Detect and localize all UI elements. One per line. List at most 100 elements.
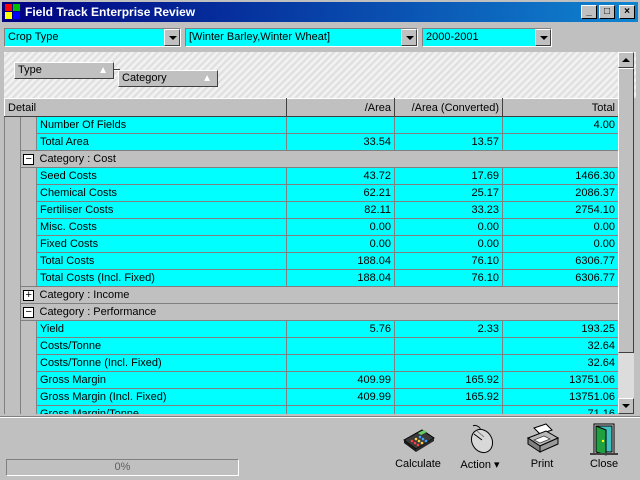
cell-total[interactable]: 32.64 [502,337,618,355]
cell-total[interactable]: 2754.10 [502,201,618,219]
close-button[interactable]: Close [580,422,628,474]
cell-area-converted[interactable]: 76.10 [394,269,504,287]
crop-list-select[interactable]: [Winter Barley,Winter Wheat] [185,28,418,47]
pivot-grid[interactable]: Detail /Area /Area (Converted) Total Num… [4,98,618,414]
print-button[interactable]: Print [518,422,566,474]
close-window-button[interactable]: × [619,5,635,19]
cell-area[interactable]: 0.00 [286,218,396,236]
table-row[interactable]: Seed Costs 43.72 17.69 1466.30 [4,167,618,185]
expander-cell[interactable]: − [20,150,37,168]
vertical-scrollbar[interactable] [618,52,634,414]
chevron-down-icon[interactable] [164,29,180,46]
expander-cell[interactable]: + [20,286,37,304]
category-row[interactable]: − Category : Cost [4,150,618,168]
table-row[interactable]: Yield 5.76 2.33 193.25 [4,320,618,338]
title-bar[interactable]: Field Track Enterprise Review _ □ × [2,2,638,22]
cell-area-converted[interactable] [394,337,504,355]
cell-total[interactable]: 6306.77 [502,252,618,270]
cell-area-converted[interactable]: 25.17 [394,184,504,202]
collapse-icon[interactable]: − [23,306,35,318]
table-row[interactable]: Gross Margin (Incl. Fixed) 409.99 165.92 13… [4,388,618,406]
cell-total[interactable]: 71.16 [502,405,618,414]
cell-area[interactable]: 409.99 [286,388,396,406]
cell-area-converted[interactable] [394,116,504,134]
cell-total[interactable]: 6306.77 [502,269,618,287]
table-row[interactable]: Costs/Tonne 32.64 [4,337,618,355]
category-row[interactable]: + Category : Income [4,286,618,304]
pivot-chip-label: Type [18,64,42,76]
cell-total[interactable]: 32.64 [502,354,618,372]
cell-area[interactable] [286,116,396,134]
crop-type-select[interactable]: Crop Type [4,28,181,47]
cell-total[interactable]: 193.25 [502,320,618,338]
table-row[interactable]: Fixed Costs 0.00 0.00 0.00 [4,235,618,253]
cell-area-converted[interactable] [394,405,504,414]
cell-area[interactable]: 188.04 [286,269,396,287]
cell-area-converted[interactable]: 13.57 [394,133,504,151]
cell-area-converted[interactable]: 2.33 [394,320,504,338]
pivot-chip-category[interactable]: Category ▲ [118,70,218,87]
table-row[interactable]: Number Of Fields 4.00 [4,116,618,134]
cell-area[interactable] [286,405,396,414]
cell-area[interactable]: 0.00 [286,235,396,253]
chevron-down-icon[interactable] [401,29,417,46]
cell-area-converted[interactable]: 165.92 [394,371,504,389]
table-row[interactable]: Total Area 33.54 13.57 [4,133,618,151]
cell-total[interactable]: 4.00 [502,116,618,134]
season-select[interactable]: 2000-2001 [422,28,552,47]
cell-area-converted[interactable] [394,354,504,372]
cell-area-converted[interactable]: 165.92 [394,388,504,406]
column-header-area-converted[interactable]: /Area (Converted) [394,98,504,117]
cell-total[interactable]: 0.00 [502,235,618,253]
cell-total[interactable]: 1466.30 [502,167,618,185]
table-row[interactable]: Misc. Costs 0.00 0.00 0.00 [4,218,618,236]
chevron-down-icon[interactable] [535,29,551,46]
minimize-button[interactable]: _ [581,5,597,19]
cell-area[interactable]: 5.76 [286,320,396,338]
row-indent [4,303,21,321]
scrollbar-thumb[interactable] [618,68,634,353]
cell-area-converted[interactable]: 33.23 [394,201,504,219]
cell-area-converted[interactable]: 17.69 [394,167,504,185]
pivot-chip-type[interactable]: Type ▲ [14,62,114,79]
cell-area[interactable]: 82.11 [286,201,396,219]
pivot-table: Detail /Area /Area (Converted) Total Num… [4,98,618,414]
cell-area[interactable]: 43.72 [286,167,396,185]
cell-area[interactable]: 62.21 [286,184,396,202]
cell-total[interactable]: 13751.06 [502,371,618,389]
cell-total[interactable] [502,133,618,151]
table-row[interactable]: Gross Margin/Tonne 71.16 [4,405,618,414]
cell-area-converted[interactable]: 0.00 [394,218,504,236]
column-header-detail[interactable]: Detail [4,98,288,117]
cell-area[interactable]: 188.04 [286,252,396,270]
expand-icon[interactable]: + [23,289,35,301]
cell-area[interactable]: 409.99 [286,371,396,389]
cell-area-converted[interactable]: 0.00 [394,235,504,253]
table-row[interactable]: Total Costs 188.04 76.10 6306.77 [4,252,618,270]
category-row[interactable]: − Category : Performance [4,303,618,321]
action-button[interactable]: Action ▾ [456,422,504,474]
expander-cell[interactable]: − [20,303,37,321]
table-row[interactable]: Gross Margin 409.99 165.92 13751.06 [4,371,618,389]
table-row[interactable]: Costs/Tonne (Incl. Fixed) 32.64 [4,354,618,372]
scroll-down-icon[interactable] [618,398,634,414]
table-row[interactable]: Chemical Costs 62.21 25.17 2086.37 [4,184,618,202]
cell-total[interactable]: 13751.06 [502,388,618,406]
calculate-button[interactable]: Calculate [394,422,442,474]
scroll-up-icon[interactable] [618,52,634,68]
row-label: Seed Costs [35,167,288,185]
cell-area[interactable]: 33.54 [286,133,396,151]
column-header-area[interactable]: /Area [286,98,396,117]
row-indent [20,184,37,202]
collapse-icon[interactable]: − [23,153,35,165]
maximize-button[interactable]: □ [599,5,615,19]
cell-area[interactable] [286,354,396,372]
cell-area[interactable] [286,337,396,355]
cell-total[interactable]: 0.00 [502,218,618,236]
column-header-total[interactable]: Total [502,98,618,117]
cell-total[interactable]: 2086.37 [502,184,618,202]
table-row[interactable]: Fertiliser Costs 82.11 33.23 2754.10 [4,201,618,219]
cell-area-converted[interactable]: 76.10 [394,252,504,270]
table-row[interactable]: Total Costs (Incl. Fixed) 188.04 76.10 6306… [4,269,618,287]
row-indent [20,116,37,134]
